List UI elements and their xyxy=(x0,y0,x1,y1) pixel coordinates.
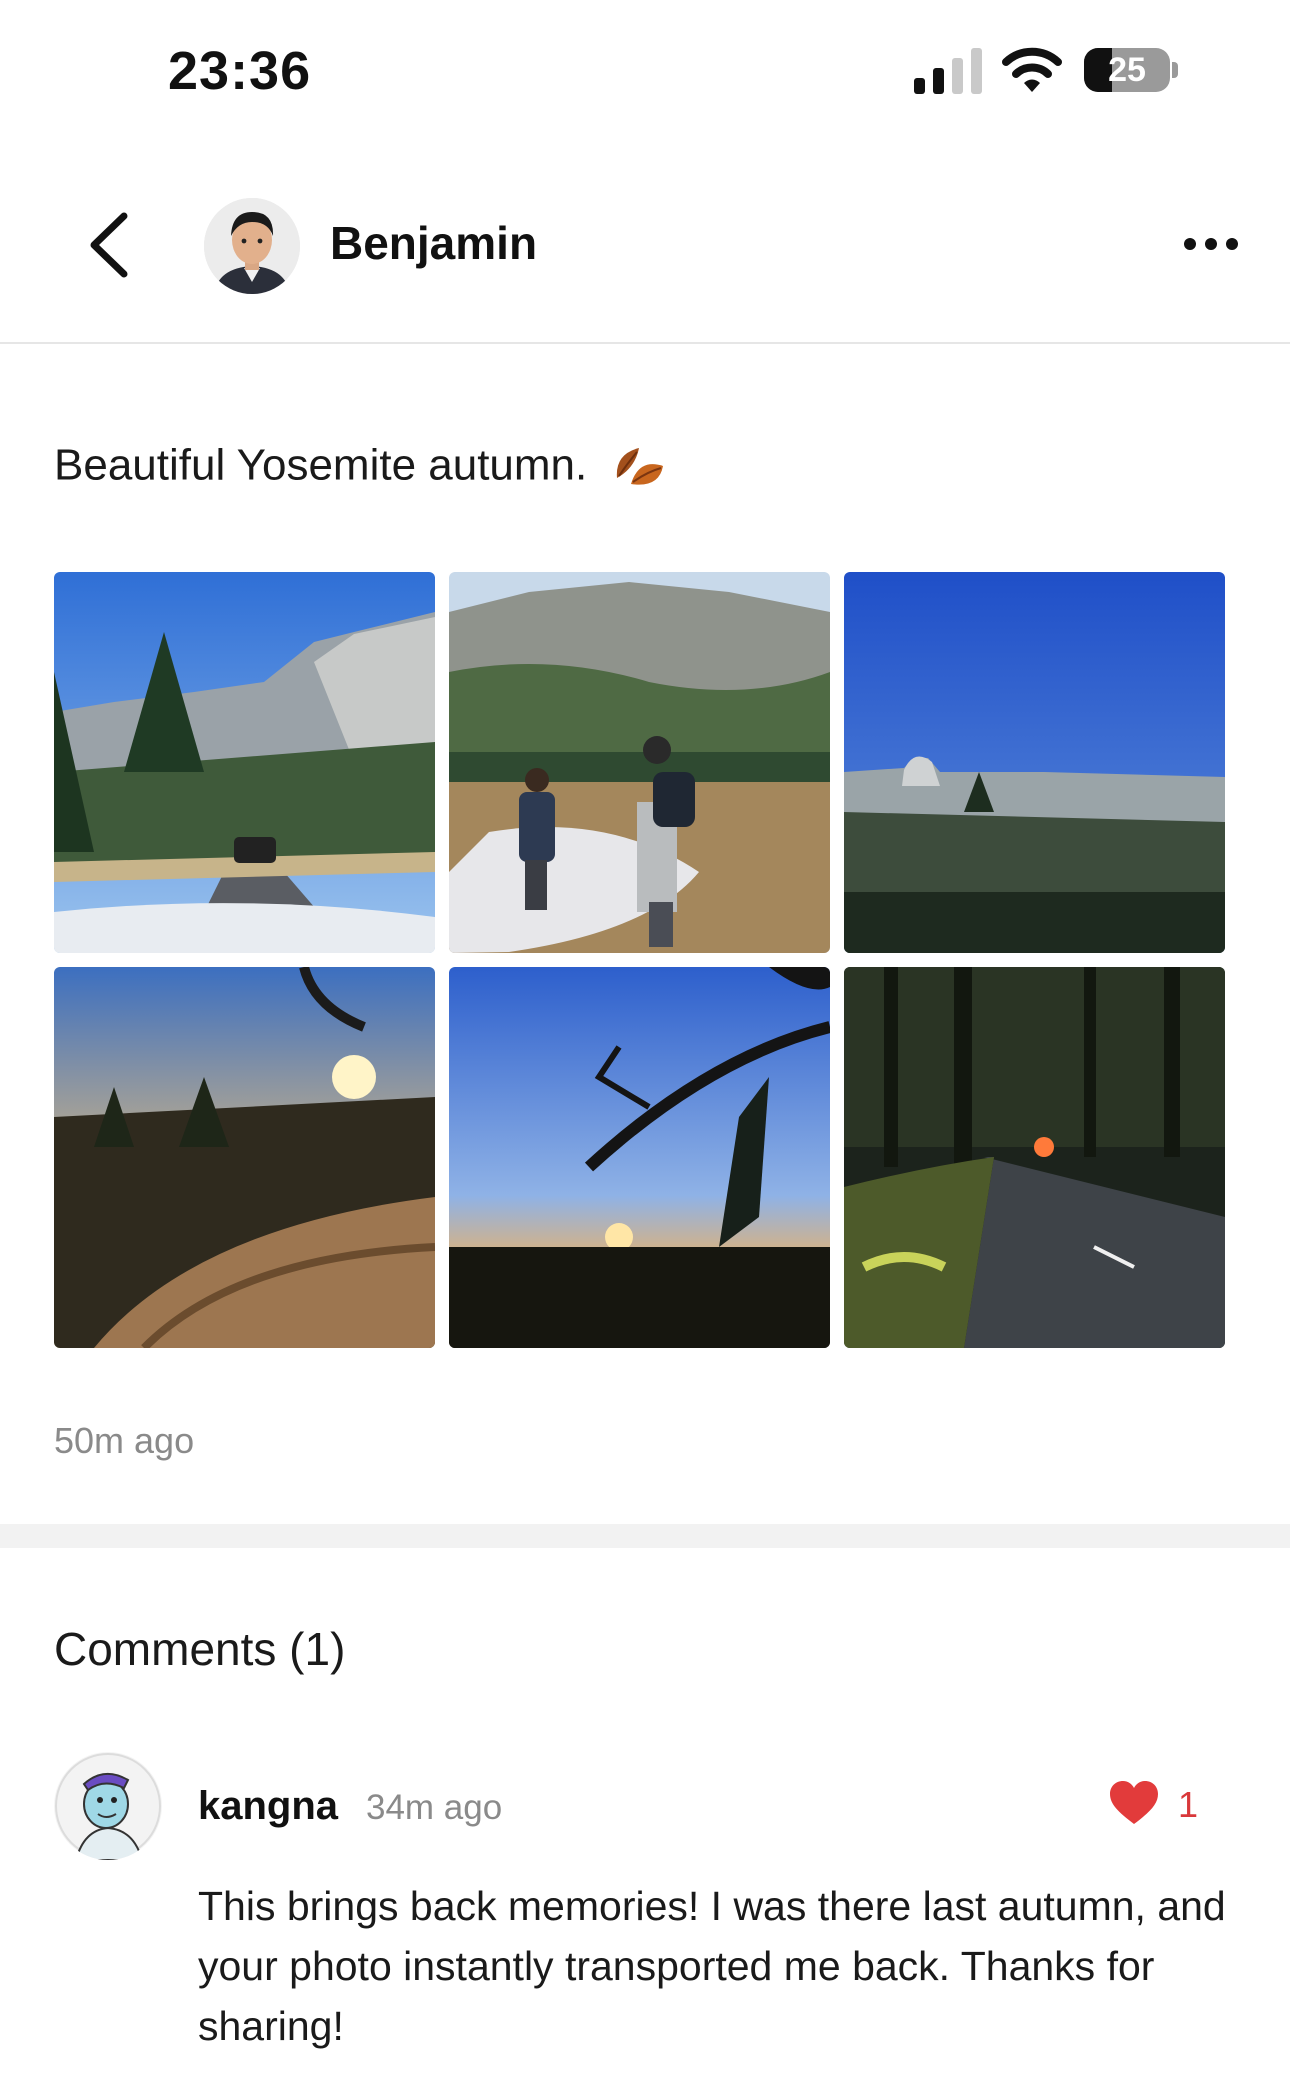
section-divider xyxy=(0,1524,1290,1548)
photo-yosemite-valley-road[interactable] xyxy=(54,572,435,953)
post-time: 50m ago xyxy=(54,1420,195,1461)
heart-icon[interactable] xyxy=(1108,1780,1160,1826)
post-header: Benjamin xyxy=(0,140,1290,344)
comment-text: This brings back memories! I was there l… xyxy=(198,1883,1226,2049)
comment-username[interactable]: kangna xyxy=(198,1784,338,1829)
photo-half-dome-view[interactable] xyxy=(844,572,1225,953)
author-avatar[interactable] xyxy=(204,198,300,294)
caption-text: Beautiful Yosemite autumn. xyxy=(54,440,588,490)
photo-sunset-branch[interactable] xyxy=(449,967,830,1348)
like-count: 1 xyxy=(1178,1784,1199,1825)
photo-hikers-meadow[interactable] xyxy=(449,572,830,953)
author-name[interactable]: Benjamin xyxy=(330,216,537,270)
cellular-signal-icon xyxy=(914,48,982,94)
post-caption: Beautiful Yosemite autumn. xyxy=(54,438,669,498)
status-time: 23:36 xyxy=(168,41,312,101)
battery-level: 25 xyxy=(1108,51,1146,89)
ellipsis-icon[interactable] xyxy=(1184,234,1238,254)
chevron-left-icon[interactable] xyxy=(80,210,140,280)
commenter-avatar[interactable] xyxy=(54,1752,162,1860)
status-bar: 23:36 25 xyxy=(0,0,1290,140)
wifi-icon xyxy=(1002,47,1062,92)
fallen-leaf-icon xyxy=(617,448,664,485)
comments-title: Comments (1) xyxy=(54,1623,346,1675)
battery-tip xyxy=(1172,62,1178,78)
comment-time: 34m ago xyxy=(366,1788,503,1827)
photo-sunset-log[interactable] xyxy=(54,967,435,1348)
photo-forest-road-dusk[interactable] xyxy=(844,967,1225,1348)
battery-icon: 25 xyxy=(1084,48,1170,92)
